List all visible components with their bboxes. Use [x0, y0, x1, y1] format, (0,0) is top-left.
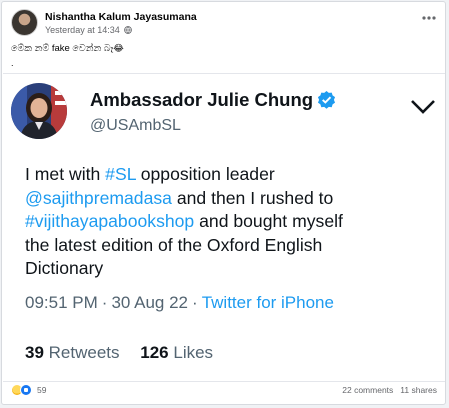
hashtag-vijithayapabookshop-link[interactable]: #vijithayapabookshop — [25, 211, 194, 231]
post-caption: මේක නම් fake වෙන්න බෑ😂 — [11, 43, 124, 54]
tweet-text: I met with #SL opposition leader @sajith… — [25, 163, 425, 281]
retweets-label: Retweets — [48, 343, 120, 362]
mention-sajithpremadasa-link[interactable]: @sajithpremadasa — [25, 188, 172, 208]
post-header: Nishantha Kalum Jayasumana Yesterday at … — [11, 9, 437, 39]
tweet-avatar — [11, 83, 67, 139]
laughing-emoji: 😂 — [113, 43, 124, 53]
tweet-stats: 39 Retweets 126 Likes — [25, 343, 229, 363]
like-reaction-icon — [20, 384, 32, 396]
ambassador-portrait-icon — [11, 83, 67, 139]
reaction-count: 59 — [37, 385, 47, 395]
tweet-line: #vijithayapabookshop and bought myself — [25, 210, 425, 234]
likes-count: 126 — [140, 343, 169, 362]
meta-separator: · — [192, 293, 198, 312]
tweet-text-segment: I met with — [25, 164, 106, 184]
hashtag-sl-link[interactable]: #SL — [105, 164, 136, 184]
tweet-date[interactable]: 30 Aug 22 — [111, 293, 188, 312]
post-timestamp[interactable]: Yesterday at 14:34 — [45, 25, 120, 35]
tweet-source-link[interactable]: Twitter for iPhone — [202, 293, 334, 312]
comments-count[interactable]: 22 comments — [342, 385, 393, 395]
post-footer: 59 22 comments 11 shares — [11, 383, 437, 401]
chevron-down-icon[interactable] — [410, 98, 436, 116]
tweet-time[interactable]: 09:51 PM — [25, 293, 98, 312]
author-name[interactable]: Nishantha Kalum Jayasumana — [45, 11, 197, 23]
retweets-stat[interactable]: 39 Retweets — [25, 343, 120, 362]
post-meta: Yesterday at 14:34 — [45, 25, 133, 35]
tweet-meta: 09:51 PM · 30 Aug 22 · Twitter for iPhone — [25, 293, 334, 313]
tweet-line: the latest edition of the Oxford English — [25, 234, 323, 255]
tweet-line: @sajithpremadasa and then I rushed to — [25, 187, 425, 211]
author-avatar[interactable] — [11, 9, 38, 36]
meta-separator: · — [101, 293, 108, 312]
more-options-icon[interactable] — [421, 11, 437, 25]
caption-second-line: . — [11, 58, 14, 68]
globe-icon — [124, 26, 133, 34]
retweets-count: 39 — [25, 343, 44, 362]
likes-stat[interactable]: 126 Likes — [140, 343, 213, 362]
tweet-line: Dictionary — [25, 258, 104, 278]
tweet-handle[interactable]: @USAmbSL — [90, 117, 181, 135]
reactions-summary[interactable]: 59 — [11, 384, 46, 398]
tweet-text-segment: and then I rushed to — [171, 187, 334, 208]
likes-label: Likes — [173, 343, 214, 362]
tweet-text-segment: and bought myself — [194, 211, 343, 231]
tweet-line: I met with #SL opposition leader — [25, 163, 425, 187]
tweet-screenshot[interactable]: Ambassador Julie Chung @USAmbSL I met wi… — [3, 73, 445, 382]
verified-badge-icon — [318, 90, 336, 109]
facebook-post: Nishantha Kalum Jayasumana Yesterday at … — [1, 1, 446, 405]
caption-text: මේක නම් fake වෙන්න බෑ — [11, 43, 114, 54]
tweet-author[interactable]: Ambassador Julie Chung — [90, 89, 336, 111]
shares-count[interactable]: 11 shares — [400, 385, 437, 395]
tweet-text-segment: opposition leader — [135, 164, 275, 184]
engagement-summary: 22 comments 11 shares — [342, 385, 437, 395]
tweet-author-name: Ambassador Julie Chung — [90, 89, 314, 110]
